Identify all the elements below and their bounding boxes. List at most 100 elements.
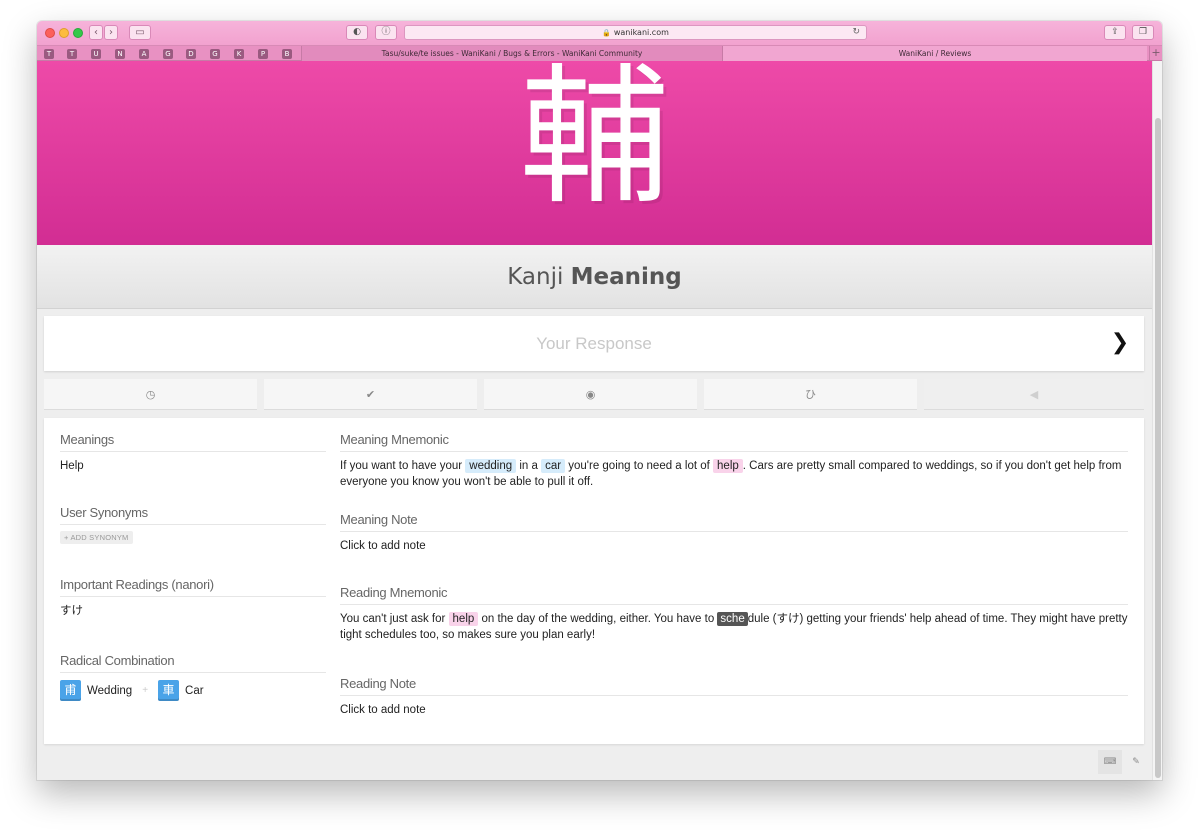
favorite-a-icon[interactable]: A — [139, 49, 149, 59]
toggle-icon: ◐ — [353, 27, 361, 37]
browser-window: ‹ › ▭ ◐ ⓘ 🔒 wanikani.com ↻ ⇪ ❐ T T U N A … — [37, 21, 1162, 780]
radical-combination-section: Radical Combination 甫 Wedding + 車 Car — [60, 648, 326, 701]
sidebar-toggle-button[interactable]: ▭ — [129, 25, 151, 40]
chevron-right-icon: ❯ — [1110, 330, 1130, 355]
footer-tools: ⌨ ✎ — [1096, 749, 1148, 774]
site-info-button[interactable]: ⓘ — [375, 25, 397, 40]
edit-button[interactable]: ✎ — [1124, 750, 1148, 774]
review-character: 輔 — [519, 61, 670, 225]
url-text: wanikani.com — [613, 28, 669, 37]
info-right-column: Meaning Mnemonic If you want to have you… — [340, 418, 1128, 718]
reload-icon[interactable]: ↻ — [852, 26, 860, 39]
favorite-github-icon[interactable]: G — [163, 49, 173, 59]
favorite-github-2-icon[interactable]: G — [210, 49, 220, 59]
mnemonic-text: on the day of the wedding, either. You h… — [478, 613, 718, 625]
section-heading: Reading Mnemonic — [340, 580, 1128, 605]
meaning-mnemonic-text: If you want to have your wedding in a ca… — [340, 452, 1128, 490]
reading-mnemonic-text: You can't just ask for help on the day o… — [340, 605, 1128, 643]
radical-name: Car — [185, 684, 204, 697]
tab-community[interactable]: Tasu/suke/te issues - WaniKani / Bugs & … — [301, 46, 723, 61]
question-category: Kanji — [507, 264, 564, 290]
kana-toggle-button[interactable]: ひ — [704, 379, 917, 410]
mnemonic-text: If you want to have your — [340, 460, 466, 472]
favorite-brain-icon[interactable]: B — [282, 49, 292, 59]
share-button[interactable]: ⇪ — [1104, 25, 1126, 40]
meaning-mnemonic-section: Meaning Mnemonic If you want to have you… — [340, 427, 1128, 507]
meaning-note-section: Meaning Note Click to add note — [340, 507, 1128, 571]
question-mode: Meaning — [570, 264, 682, 290]
radical-highlight: car — [541, 459, 566, 473]
chevron-right-icon: › — [109, 27, 113, 38]
keyboard-shortcuts-button[interactable]: ⌨ — [1098, 750, 1122, 774]
plus-icon: + — [1151, 46, 1161, 59]
readings-section: Important Readings (nanori) すけ — [60, 572, 326, 634]
eye-icon: ◉ — [585, 388, 596, 401]
last-items-button[interactable]: ◷ — [44, 379, 257, 410]
mnemonic-text: in a — [516, 460, 542, 472]
page-scrollbar[interactable] — [1152, 61, 1162, 780]
maximize-window-button[interactable] — [73, 28, 83, 38]
share-icon: ⇪ — [1111, 27, 1119, 37]
character-banner: 輔 — [37, 61, 1152, 245]
lock-icon: 🔒 — [602, 29, 611, 37]
section-heading: User Synonyms — [60, 500, 326, 525]
chevron-left-icon: ‹ — [94, 27, 98, 38]
close-window-button[interactable] — [45, 28, 55, 38]
favorite-u-icon[interactable]: U — [91, 49, 101, 59]
title-bar: ‹ › ▭ ◐ ⓘ 🔒 wanikani.com ↻ ⇪ ❐ — [37, 21, 1162, 45]
reading-mnemonic-section: Reading Mnemonic You can't just ask for … — [340, 580, 1128, 671]
favorite-d-icon[interactable]: D — [186, 49, 196, 59]
question-type: Kanji Meaning — [37, 245, 1152, 309]
radical-car[interactable]: 車 — [158, 680, 180, 701]
item-info-button[interactable]: ✔ — [264, 379, 477, 410]
speaker-icon: ◀ — [1029, 388, 1039, 401]
back-button[interactable]: ‹ — [89, 25, 103, 40]
radical-wedding[interactable]: 甫 — [60, 680, 81, 701]
favorite-trello-icon[interactable]: T — [44, 49, 54, 59]
minimize-window-button[interactable] — [59, 28, 69, 38]
tab-bar: T T U N A G D G K P B Tasu/suke/te issue… — [37, 45, 1162, 61]
info-icon: ⓘ — [381, 27, 391, 37]
section-heading: Meaning Note — [340, 507, 1128, 532]
keyboard-icon: ⌨ — [1103, 757, 1117, 767]
section-heading: Radical Combination — [60, 648, 326, 673]
kanji-highlight: help — [448, 612, 479, 626]
reading-note-link[interactable]: Click to add note — [340, 696, 1128, 718]
item-info-panel: Meanings Help User Synonyms + ADD SYNONY… — [44, 418, 1144, 744]
section-heading: Meaning Mnemonic — [340, 427, 1128, 452]
new-tab-button[interactable]: + — [1149, 46, 1162, 61]
tab-reviews[interactable]: WaniKani / Reviews — [723, 46, 1147, 61]
radical-list: 甫 Wedding + 車 Car — [60, 673, 326, 701]
submit-answer-button[interactable]: ❯ — [1110, 331, 1130, 355]
favorite-k-icon[interactable]: K — [234, 49, 244, 59]
favorite-trello-2-icon[interactable]: T — [67, 49, 77, 59]
show-answer-button[interactable]: ◉ — [484, 379, 697, 410]
mnemonic-text: You can't just ask for — [340, 613, 449, 625]
meaning-note-link[interactable]: Click to add note — [340, 532, 1128, 554]
reader-toggle-button[interactable]: ◐ — [346, 25, 368, 40]
meanings-value: Help — [60, 460, 84, 472]
audio-button[interactable]: ◀ — [924, 379, 1144, 410]
plus-separator: + — [142, 684, 149, 696]
radical-highlight: wedding — [465, 459, 517, 473]
favorite-p-icon[interactable]: P — [258, 49, 268, 59]
clock-icon: ◷ — [145, 388, 156, 401]
pencil-icon: ✎ — [1132, 757, 1140, 767]
check-icon: ✔ — [365, 388, 376, 401]
scrollbar-thumb[interactable] — [1155, 118, 1161, 778]
review-page: 輔 Kanji Meaning ❯ ◷ ✔ ◉ ひ ◀ Meanings Hel… — [37, 61, 1152, 780]
hiragana-icon: ひ — [805, 388, 816, 401]
add-synonym-button[interactable]: + ADD SYNONYM — [60, 531, 133, 544]
sidebar-icon: ▭ — [135, 27, 145, 38]
mnemonic-text: you're going to need a lot of — [565, 460, 714, 472]
forward-button[interactable]: › — [104, 25, 118, 40]
favorite-n-icon[interactable]: N — [115, 49, 125, 59]
info-left-column: Meanings Help User Synonyms + ADD SYNONY… — [60, 418, 326, 701]
user-synonyms-section: User Synonyms + ADD SYNONYM — [60, 500, 326, 572]
address-bar[interactable]: 🔒 wanikani.com ↻ — [404, 25, 867, 40]
reading-highlight: sche — [717, 612, 748, 626]
show-tabs-button[interactable]: ❐ — [1132, 25, 1154, 40]
section-heading: Meanings — [60, 427, 326, 452]
answer-input[interactable] — [44, 316, 1144, 371]
reading-note-section: Reading Note Click to add note — [340, 671, 1128, 718]
